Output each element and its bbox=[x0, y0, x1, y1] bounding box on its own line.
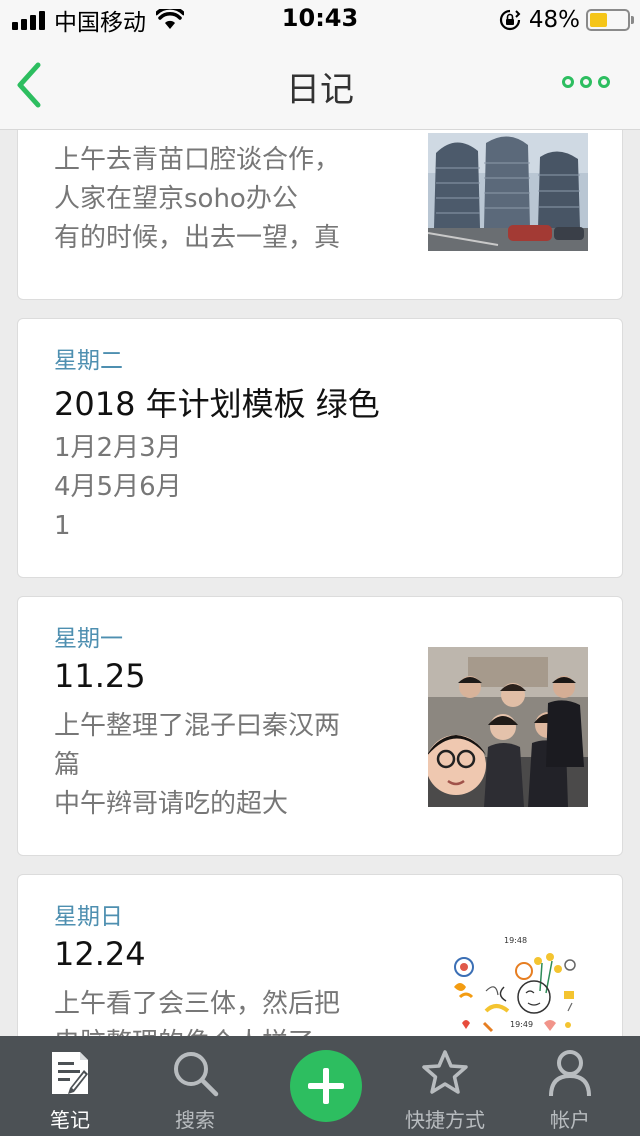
note-thumbnail-building bbox=[428, 133, 588, 291]
note-card[interactable]: 星期一 11.25 上午整理了混子曰秦汉两 篇 中午辫哥请吃的超大 bbox=[17, 596, 623, 856]
note-snippet-line: 1 bbox=[54, 511, 71, 541]
tab-label: 帐户 bbox=[550, 1108, 590, 1132]
note-snippet-line: 1月2月3月 bbox=[54, 433, 182, 463]
note-icon-wrap bbox=[48, 1048, 92, 1102]
account-icon bbox=[549, 1050, 591, 1097]
battery-icon bbox=[586, 9, 634, 31]
search-icon bbox=[174, 1052, 219, 1097]
note-snippet-line: 上午看了会三体，然后把 bbox=[54, 989, 341, 1019]
note-snippet: 上午去青苗口腔谈合作， 人家在望京soho办公 有的时候，出去一望，真 bbox=[54, 141, 340, 258]
note-snippet-line: 4月5月6月 bbox=[54, 472, 182, 502]
group-selfie-photo bbox=[428, 647, 588, 807]
add-note-button[interactable] bbox=[290, 1050, 362, 1122]
tab-bar: 笔记 搜索 快捷方式 帐户 bbox=[0, 1036, 640, 1136]
nav-bar: 日记 bbox=[0, 40, 640, 130]
note-snippet-line: 篇 bbox=[54, 750, 81, 780]
note-snippet-line: 上午去青苗口腔谈合作， bbox=[54, 145, 341, 175]
note-snippet: 上午看了会三体，然后把 电脑整理的像个人样了 bbox=[54, 985, 340, 1036]
note-snippet-line: 电脑整理的像个人样了 bbox=[54, 1024, 340, 1036]
tab-label: 笔记 bbox=[50, 1108, 90, 1132]
note-title: 2018 年计划模板 绿色 bbox=[54, 385, 380, 423]
note-icon bbox=[52, 1052, 88, 1094]
more-button[interactable] bbox=[556, 76, 610, 88]
note-title: 11.25 bbox=[54, 657, 146, 695]
sketch-note-image: 19:48 19:49 bbox=[434, 931, 594, 1036]
sketch-time-2: 19:49 bbox=[510, 1020, 533, 1029]
building-photo bbox=[428, 133, 588, 251]
more-dots-icon bbox=[598, 76, 610, 88]
note-snippet-line: 人家在望京soho办公 bbox=[54, 184, 298, 214]
note-day: 星期二 bbox=[54, 348, 123, 374]
more-dots-icon bbox=[562, 76, 574, 88]
note-snippet: 1月2月3月 4月5月6月 1 bbox=[54, 429, 182, 546]
note-card[interactable]: 星期日 12.24 上午看了会三体，然后把 电脑整理的像个人样了 19:48 bbox=[17, 874, 623, 1036]
note-card[interactable]: 上午去青苗口腔谈合作， 人家在望京soho办公 有的时候，出去一望，真 bbox=[17, 130, 623, 300]
note-list[interactable]: 上午去青苗口腔谈合作， 人家在望京soho办公 有的时候，出去一望，真 星期二 … bbox=[0, 130, 640, 1036]
note-card[interactable]: 星期二 2018 年计划模板 绿色 1月2月3月 4月5月6月 1 bbox=[17, 318, 623, 578]
status-bar: 中国移动 10:43 48% bbox=[0, 0, 640, 40]
note-thumbnail-sketch: 19:48 19:49 bbox=[434, 931, 594, 1036]
note-day: 星期日 bbox=[54, 904, 123, 930]
status-right: 48% bbox=[499, 6, 634, 34]
tab-search[interactable]: 搜索 bbox=[140, 1036, 250, 1136]
note-title: 12.24 bbox=[54, 935, 146, 973]
note-snippet-line: 中午辫哥请吃的超大 bbox=[54, 789, 289, 819]
tab-label: 快捷方式 bbox=[405, 1108, 485, 1132]
star-icon-wrap bbox=[420, 1048, 470, 1102]
account-icon-wrap bbox=[547, 1048, 593, 1102]
page-title: 日记 bbox=[286, 70, 354, 110]
battery-percentage: 48% bbox=[528, 7, 580, 33]
note-day: 星期一 bbox=[54, 626, 123, 652]
sketch-time-1: 19:48 bbox=[504, 936, 527, 945]
note-snippet-line: 上午整理了混子曰秦汉两 bbox=[54, 711, 341, 741]
tab-label: 搜索 bbox=[175, 1108, 215, 1132]
note-snippet: 上午整理了混子曰秦汉两 篇 中午辫哥请吃的超大 bbox=[54, 707, 340, 824]
tab-shortcuts[interactable]: 快捷方式 bbox=[390, 1036, 500, 1136]
orientation-lock-icon bbox=[499, 9, 521, 31]
app-screen: 中国移动 10:43 48% 日记 上午去青苗口腔谈合作， 人家在望京soho办… bbox=[0, 0, 640, 1136]
tab-account[interactable]: 帐户 bbox=[515, 1036, 625, 1136]
battery-fill bbox=[590, 13, 608, 27]
note-thumbnail-selfie bbox=[428, 647, 588, 807]
tab-notes[interactable]: 笔记 bbox=[15, 1036, 125, 1136]
search-icon-wrap bbox=[170, 1048, 220, 1102]
star-icon bbox=[422, 1050, 468, 1094]
note-snippet-line: 有的时候，出去一望，真 bbox=[54, 223, 341, 253]
more-dots-icon bbox=[580, 76, 592, 88]
